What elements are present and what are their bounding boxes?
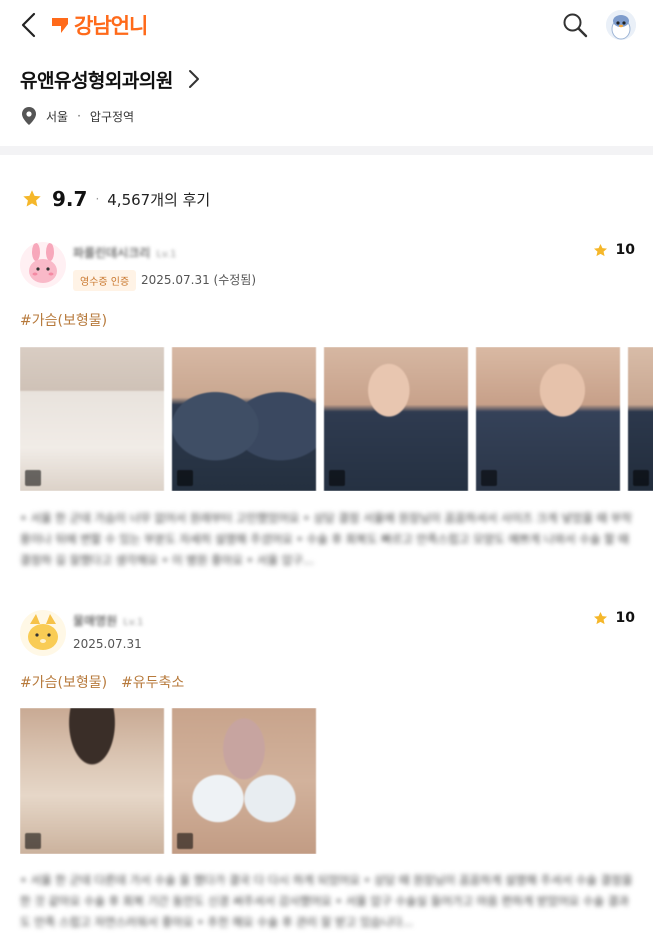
location-pin-icon: [22, 107, 36, 125]
review-count: 4,567개의 후기: [107, 190, 211, 209]
top-bar: 강남언니: [0, 0, 653, 50]
review-score-value: 10: [615, 242, 635, 258]
photo-badge-icon: [25, 833, 41, 849]
review-date: 2025.07.31 (수정됨): [141, 273, 257, 287]
review-photo[interactable]: [476, 347, 620, 491]
photo-badge-icon: [25, 470, 41, 486]
section-divider: [0, 146, 653, 155]
location-station: 압구정역: [89, 109, 135, 124]
review-photo[interactable]: [20, 708, 164, 854]
location-dot: ·: [77, 109, 81, 123]
review-score-value: 10: [615, 610, 635, 626]
star-icon: [23, 190, 41, 207]
reviewer-avatar[interactable]: [20, 242, 66, 288]
star-icon: [593, 611, 607, 624]
search-icon[interactable]: [560, 10, 590, 40]
review-tags: #가슴(보형물): [20, 310, 107, 330]
clinic-name: 유앤유성형외과의원: [20, 69, 173, 92]
review-body[interactable]: • 서울 한 군데 다른데 가서 수술 을 했다가 결국 다 다시 하게 되었어…: [20, 870, 635, 933]
review-photo[interactable]: [324, 347, 468, 491]
chevron-right-icon: [188, 70, 199, 88]
app-logo[interactable]: 강남언니: [50, 11, 148, 39]
procedure-tag[interactable]: #가슴(보형물): [20, 310, 107, 330]
location-region: 서울: [46, 109, 69, 124]
rating-sep: ·: [95, 192, 100, 206]
review-date: 2025.07.31: [73, 637, 142, 651]
clinic-location: 서울 · 압구정역: [22, 106, 134, 126]
rating-score: 9.7: [52, 187, 88, 211]
logo-mark-icon: [52, 18, 68, 33]
rating-summary: 9.7 · 4,567개의 후기: [22, 184, 210, 214]
procedure-tag[interactable]: #유두축소: [121, 672, 184, 692]
photo-badge-icon: [481, 470, 497, 486]
star-icon: [593, 243, 607, 256]
review-photo[interactable]: [172, 708, 316, 854]
nickname-text: 물매영원: [73, 614, 118, 628]
review-score: 10: [593, 610, 635, 626]
bunny-avatar-icon: [20, 242, 66, 288]
review-photo[interactable]: [628, 347, 653, 491]
reviewer-level: Lv.1: [123, 617, 144, 628]
profile-avatar[interactable]: [606, 10, 636, 40]
reviewer-nickname[interactable]: 물매영원 Lv.1: [73, 612, 143, 629]
nickname-text: 파를린데시크리: [73, 246, 151, 260]
review-body[interactable]: • 서울 한 군데 가슴이 너무 없어서 원래부터 고민했었어요 • 상담 결정…: [20, 508, 635, 571]
photo-badge-icon: [177, 833, 193, 849]
review-photo[interactable]: [172, 347, 316, 491]
cat-avatar-icon: [20, 610, 66, 656]
chevron-left-icon[interactable]: [16, 10, 42, 40]
reviewer-nickname[interactable]: 파를린데시크리 Lv.1: [73, 244, 177, 261]
reviewer-level: Lv.1: [156, 249, 177, 260]
photo-badge-icon: [177, 470, 193, 486]
procedure-tag[interactable]: #가슴(보형물): [20, 672, 107, 692]
logo-text: 강남언니: [74, 14, 148, 38]
app-root: 강남언니 유앤유성형외과의원 서울 · 압구정역 9.7 · 4,567개의 후…: [0, 0, 653, 935]
review-photos[interactable]: [20, 708, 320, 854]
photo-badge-icon: [329, 470, 345, 486]
review-score: 10: [593, 242, 635, 258]
reviewer-avatar[interactable]: [20, 610, 66, 656]
photo-badge-icon: [633, 470, 649, 486]
receipt-verified-badge: 영수증 인증: [73, 270, 137, 291]
review-photos[interactable]: [20, 347, 653, 491]
review-tags: #가슴(보형물) #유두축소: [20, 672, 184, 692]
clinic-title-link[interactable]: 유앤유성형외과의원: [20, 64, 203, 94]
review-photo[interactable]: [20, 347, 164, 491]
penguin-avatar-icon: [606, 10, 636, 40]
